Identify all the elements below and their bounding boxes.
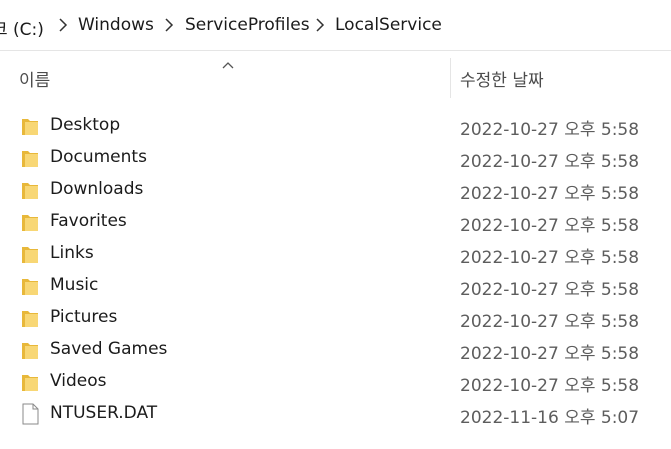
file-modified-date: 2022-10-27 오후 5:58 bbox=[460, 280, 640, 300]
chevron-right-icon[interactable] bbox=[314, 15, 326, 35]
file-row[interactable]: Saved Games 2022-10-27 오후 5:58 bbox=[0, 334, 671, 366]
column-header-name[interactable]: 이름 bbox=[19, 66, 50, 91]
sort-ascending-icon bbox=[221, 55, 235, 69]
file-explorer-window: 크 (C:) Windows ServiceProfiles LocalServ… bbox=[0, 0, 671, 449]
file-row[interactable]: Desktop 2022-10-27 오후 5:58 bbox=[0, 110, 671, 142]
file-modified-date: 2022-10-27 오후 5:58 bbox=[460, 152, 640, 172]
file-list: Desktop 2022-10-27 오후 5:58 Documents 2022-1… bbox=[0, 110, 671, 430]
file-modified-date: 2022-10-27 오후 5:58 bbox=[460, 216, 640, 236]
file-name: Downloads bbox=[50, 179, 144, 199]
file-row[interactable]: Downloads 2022-10-27 오후 5:58 bbox=[0, 174, 671, 206]
column-divider[interactable] bbox=[450, 58, 451, 98]
folder-icon bbox=[21, 275, 39, 297]
file-modified-date: 2022-10-27 오후 5:58 bbox=[460, 120, 640, 140]
folder-icon bbox=[21, 307, 39, 329]
file-row[interactable]: Videos 2022-10-27 오후 5:58 bbox=[0, 366, 671, 398]
file-row[interactable]: Favorites 2022-10-27 오후 5:58 bbox=[0, 206, 671, 238]
chevron-right-icon[interactable] bbox=[57, 15, 69, 35]
column-header-modified[interactable]: 수정한 날짜 bbox=[460, 66, 544, 91]
file-modified-date: 2022-11-16 오후 5:07 bbox=[460, 408, 640, 428]
folder-icon bbox=[21, 339, 39, 361]
file-name: Saved Games bbox=[50, 339, 168, 359]
folder-icon bbox=[21, 115, 39, 137]
file-name: Videos bbox=[50, 371, 107, 391]
folder-icon bbox=[21, 371, 39, 393]
file-name: NTUSER.DAT bbox=[50, 403, 158, 423]
file-modified-date: 2022-10-27 오후 5:58 bbox=[460, 344, 640, 364]
file-name: Links bbox=[50, 243, 94, 263]
breadcrumb-item-serviceprofiles[interactable]: ServiceProfiles bbox=[185, 15, 310, 35]
file-row[interactable]: Links 2022-10-27 오후 5:58 bbox=[0, 238, 671, 270]
breadcrumb-item-drive[interactable]: 크 (C:) bbox=[0, 15, 44, 40]
folder-icon bbox=[21, 243, 39, 265]
file-name: Music bbox=[50, 275, 99, 295]
breadcrumb: 크 (C:) Windows ServiceProfiles LocalServ… bbox=[0, 0, 671, 51]
file-row[interactable]: NTUSER.DAT 2022-11-16 오후 5:07 bbox=[0, 398, 671, 430]
file-modified-date: 2022-10-27 오후 5:58 bbox=[460, 376, 640, 396]
file-name: Pictures bbox=[50, 307, 118, 327]
folder-icon bbox=[21, 179, 39, 201]
file-modified-date: 2022-10-27 오후 5:58 bbox=[460, 184, 640, 204]
file-modified-date: 2022-10-27 오후 5:58 bbox=[460, 312, 640, 332]
folder-icon bbox=[21, 147, 39, 169]
file-name: Documents bbox=[50, 147, 147, 167]
column-header-row: 이름 수정한 날짜 bbox=[0, 52, 671, 98]
file-row[interactable]: Music 2022-10-27 오후 5:58 bbox=[0, 270, 671, 302]
file-row[interactable]: Documents 2022-10-27 오후 5:58 bbox=[0, 142, 671, 174]
chevron-right-icon[interactable] bbox=[163, 15, 175, 35]
file-name: Favorites bbox=[50, 211, 127, 231]
breadcrumb-item-windows[interactable]: Windows bbox=[78, 15, 154, 35]
folder-icon bbox=[21, 211, 39, 233]
file-name: Desktop bbox=[50, 115, 121, 135]
file-modified-date: 2022-10-27 오후 5:58 bbox=[460, 248, 640, 268]
breadcrumb-item-localservice[interactable]: LocalService bbox=[335, 15, 442, 35]
file-row[interactable]: Pictures 2022-10-27 오후 5:58 bbox=[0, 302, 671, 334]
file-icon bbox=[21, 403, 39, 425]
